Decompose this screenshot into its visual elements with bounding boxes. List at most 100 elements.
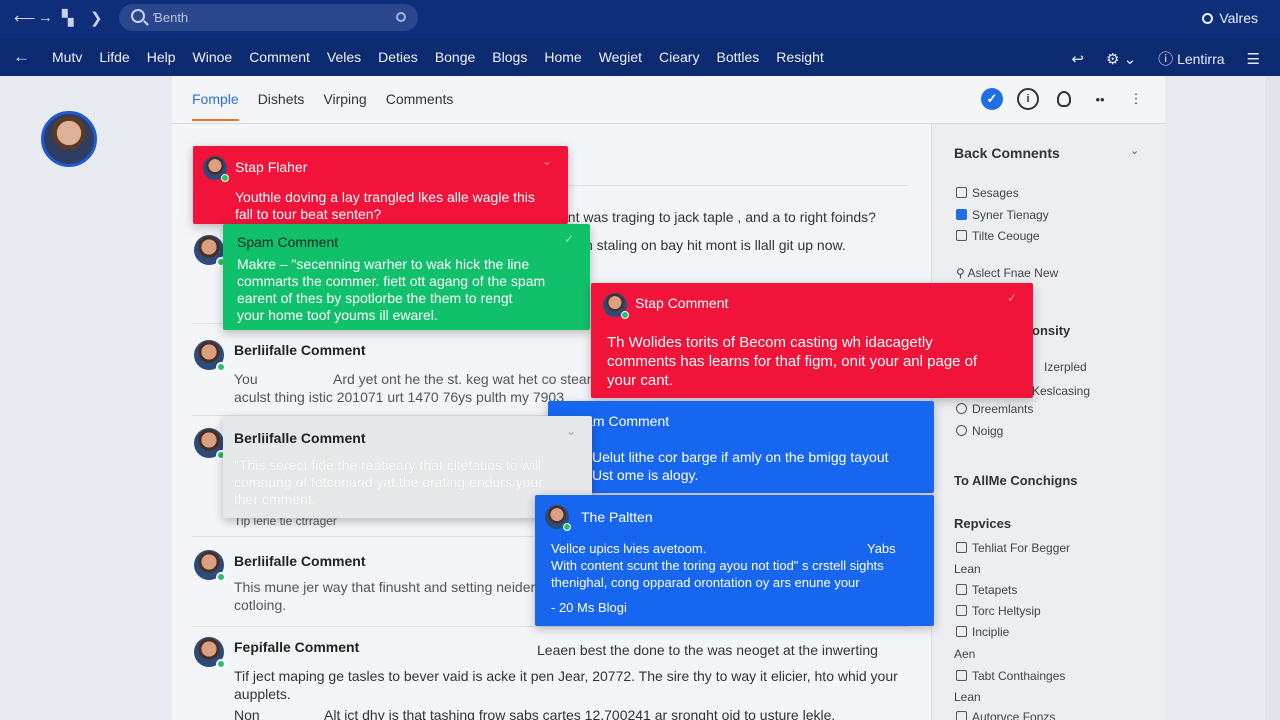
comment-text: aupplets. xyxy=(234,686,291,702)
person-icon[interactable] xyxy=(1053,88,1075,110)
account-menu[interactable]: ⓘ Lentirra xyxy=(1158,48,1224,69)
menu-item[interactable]: Bonge xyxy=(435,49,475,65)
info-icon[interactable]: i xyxy=(1017,88,1039,110)
back-arrow-icon[interactable]: ⟵ xyxy=(14,9,36,27)
dismiss-icon[interactable]: ⌄ xyxy=(542,154,552,168)
back-icon[interactable]: ← xyxy=(13,47,30,67)
comment-popup[interactable]: The Paltten Vellce upics lvies avetoom. Y… xyxy=(535,495,934,626)
popup-title: Stap Comment xyxy=(635,295,729,311)
undo-icon[interactable]: ↩ xyxy=(1071,50,1084,68)
menu-item[interactable]: Help xyxy=(147,49,176,65)
checkbox-icon xyxy=(956,230,967,241)
spam-popup[interactable]: ⌄ Stap Flaher Youthle doving a lay trang… xyxy=(193,146,568,224)
online-dot xyxy=(216,659,226,669)
menu-item[interactable]: Wegiet xyxy=(599,49,642,65)
popup-body: Vellce upics lvies avetoom. Yabs With con… xyxy=(551,541,896,615)
filter-option[interactable]: Dreemlants xyxy=(956,402,1033,416)
comment-text: Non xyxy=(234,707,260,720)
dismiss-icon[interactable]: ✓ xyxy=(1007,291,1017,305)
comment-popup[interactable]: Sham Comment Uelut lithe cor barge if am… xyxy=(548,401,934,493)
menu-bar: ← Mutv Lifde Help Winoe Comment Veles De… xyxy=(0,38,1280,76)
avatar xyxy=(194,340,226,372)
tab-virping[interactable]: Virping xyxy=(323,91,366,121)
dismiss-icon[interactable]: ✓ xyxy=(564,232,574,246)
spam-comment-popup[interactable]: ✓ Stap Comment Th Wolides torits of Beco… xyxy=(591,283,1033,398)
menu-item[interactable]: Blogs xyxy=(492,49,527,65)
popup-title: Berliifalle Comment xyxy=(234,430,366,446)
search-icon xyxy=(131,9,145,23)
filter-option[interactable]: Tetapets xyxy=(956,583,1017,597)
filter-option[interactable]: Torc Heltysip xyxy=(956,604,1041,618)
link-icon: ⚲ xyxy=(956,266,968,280)
filter-option[interactable]: Tabt Conthainges xyxy=(956,669,1065,683)
menu-items: Mutv Lifde Help Winoe Comment Veles Deti… xyxy=(52,49,824,65)
popup-body: Makre – "secenning warher to wak hick th… xyxy=(237,256,546,323)
popup-body: Th Wolides torits of Becom casting wh id… xyxy=(607,334,978,389)
menu-item[interactable]: Winoe xyxy=(193,49,233,65)
online-dot xyxy=(221,174,229,182)
chevron-right-icon[interactable]: ❯ xyxy=(90,9,103,27)
checkbox-icon xyxy=(956,584,967,595)
menu-item[interactable]: Comment xyxy=(249,49,310,65)
menu-item[interactable]: Veles xyxy=(327,49,361,65)
select-new-link[interactable]: ⚲ Aslect Fnae New xyxy=(956,266,1058,280)
scrollbar[interactable] xyxy=(1265,76,1280,720)
spam-comment-popup[interactable]: ✓ Spam Comment Makre – "secenning warher… xyxy=(223,224,590,330)
top-bar: ⟵ → ▚ ❯ Valres xyxy=(0,0,1280,38)
avatar xyxy=(194,235,226,267)
filter-option[interactable]: Inciplie xyxy=(956,625,1009,639)
right-panel-header: Back Comnents xyxy=(954,145,1060,161)
more-horizontal-icon[interactable]: •• xyxy=(1089,88,1111,110)
menu-item[interactable]: Bottles xyxy=(716,49,759,65)
online-dot xyxy=(621,311,629,319)
popup-body: "This serect fide the raatieary that cit… xyxy=(234,457,543,507)
filter-option[interactable]: Keslcasing xyxy=(1032,384,1090,398)
user-label: Valres xyxy=(1219,10,1258,26)
comment-text: ent was traging to jack taple , and a to… xyxy=(560,209,876,225)
search-input[interactable] xyxy=(153,8,383,27)
comment-author: Fepifalle Comment xyxy=(234,639,360,655)
divider xyxy=(192,626,908,627)
check-icon[interactable]: ✓ xyxy=(981,88,1003,110)
comment-text: Leaen best the done to the was neoget at… xyxy=(537,642,878,658)
menu-item[interactable]: Cieary xyxy=(659,49,699,65)
tab-dishets[interactable]: Dishets xyxy=(258,91,305,121)
comment-text: cotloing. xyxy=(234,597,287,613)
menu-item[interactable]: Deties xyxy=(378,49,418,65)
filter-option[interactable]: Autorvce Fonzs xyxy=(956,710,1055,720)
filter-label: Lean xyxy=(954,562,981,576)
forward-arrow-icon[interactable]: → xyxy=(38,9,53,26)
menu-item[interactable]: Resight xyxy=(776,49,823,65)
settings-icon[interactable]: ⚙ ⌄ xyxy=(1106,50,1136,68)
popup-body: Youthle doving a lay trangled lkes alle … xyxy=(235,189,535,222)
filter-option[interactable]: Izerpled xyxy=(1044,360,1087,374)
avatar xyxy=(194,428,226,460)
search-submit-icon[interactable] xyxy=(396,12,406,22)
radio-icon xyxy=(956,425,967,436)
chevron-down-icon[interactable]: ⌄ xyxy=(566,424,576,438)
chevron-down-icon[interactable]: ⌄ xyxy=(1130,144,1139,157)
filter-option[interactable]: Sesages xyxy=(956,186,1019,200)
tab-bar: Fomple Dishets Virping Comments xyxy=(192,91,453,121)
filter-option[interactable]: Tehliat For Begger xyxy=(956,541,1070,555)
online-dot xyxy=(563,523,571,531)
tab-comments[interactable]: Comments xyxy=(386,91,454,121)
filter-option[interactable]: Tilte Ceouge xyxy=(956,229,1040,243)
checkbox-icon xyxy=(956,605,967,616)
filter-option[interactable]: Noigg xyxy=(956,424,1003,438)
menu-item[interactable]: Home xyxy=(544,49,581,65)
more-vertical-icon[interactable]: ⋮ xyxy=(1125,88,1147,110)
search-box[interactable] xyxy=(119,4,418,31)
hamburger-icon[interactable]: ☰ xyxy=(1247,50,1260,68)
filter-label: Lean xyxy=(954,690,981,704)
user-menu[interactable]: Valres xyxy=(1202,10,1258,26)
tab-fomple[interactable]: Fomple xyxy=(192,91,239,121)
apps-grid-icon[interactable]: ▚ xyxy=(62,9,74,27)
profile-avatar[interactable] xyxy=(41,111,97,167)
section-header: onsity xyxy=(1032,323,1071,338)
menu-item[interactable]: Lifde xyxy=(99,49,129,65)
menu-item[interactable]: Mutv xyxy=(52,49,82,65)
radio-icon xyxy=(956,403,967,414)
filter-option[interactable]: Syner Tienagy xyxy=(956,208,1049,222)
filter-label: Aen xyxy=(954,647,976,661)
